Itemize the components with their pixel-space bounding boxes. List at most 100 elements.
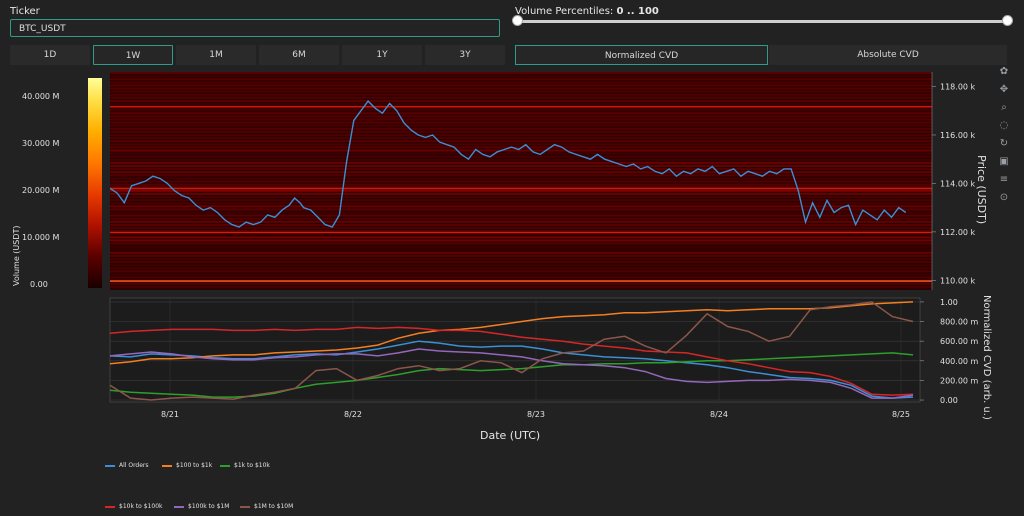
heatmap-row (110, 99, 932, 102)
heatmap-row (110, 72, 932, 74)
heatmap-row (110, 87, 932, 90)
legend-swatch (162, 464, 172, 467)
legend-item[interactable]: All Orders (105, 462, 149, 469)
heatmap-row (110, 233, 932, 236)
heatmap-row (110, 239, 932, 242)
legend-item[interactable]: $10k to $100k (105, 503, 163, 510)
heatmap-row (110, 130, 932, 133)
heatmap-row (110, 192, 932, 195)
heatmap-row (110, 227, 932, 229)
cvd-y-tick-label: 200.00 m (940, 376, 979, 385)
legend-label: All Orders (119, 462, 149, 469)
lasso-icon[interactable]: ◌ (998, 120, 1010, 132)
heatmap-row (110, 254, 932, 257)
cvd-y-tick-label: 400.00 m (940, 357, 979, 366)
heatmap-row (110, 118, 932, 121)
heatmap-row (110, 152, 932, 155)
x-tick-label: 8/23 (527, 410, 545, 419)
heatmap-row (110, 177, 932, 180)
heatmap-row (110, 196, 932, 198)
heatmap-row (110, 189, 932, 192)
price-tick-label: 114.00 k (940, 179, 976, 188)
heatmap-row (110, 134, 932, 136)
heatmap-row (110, 171, 932, 174)
price-tick-label: 118.00 k (940, 83, 976, 92)
camera-icon[interactable]: ▣ (998, 156, 1010, 168)
compare-icon[interactable]: ≡ (998, 174, 1010, 186)
heatmap-row (110, 140, 932, 143)
heatmap-row (110, 220, 932, 223)
heatmap-row (110, 124, 932, 127)
heatmap-row (110, 168, 932, 171)
heatmap-row (110, 180, 932, 183)
legend-label: $100k to $1M (188, 503, 230, 510)
price-axis-title: Price (USDT) (975, 155, 988, 225)
cvd-plot-area (109, 297, 921, 403)
price-tick-label: 112.00 k (940, 228, 976, 237)
heatmap-row (110, 285, 932, 288)
heatmap-row (110, 208, 932, 211)
legend-item[interactable]: $100k to $1M (174, 503, 229, 510)
legend-item[interactable]: $1k to $10k (220, 462, 270, 469)
cvd-y-tick-label: 1.00 (940, 298, 958, 307)
heatmap-row (110, 273, 932, 276)
cvd-axis-title: Normalized CVD (arb. u.) (981, 295, 992, 420)
heatmap-row (110, 90, 932, 93)
heatmap-row (110, 121, 932, 124)
legend-swatch (174, 505, 184, 508)
heatmap-level-line (110, 231, 932, 234)
heatmap-row (110, 161, 932, 164)
price-tick-label: 116.00 k (940, 131, 976, 140)
heatmap-level-line (110, 188, 932, 190)
heatmap-row (110, 217, 932, 220)
heatmap-row (110, 109, 932, 112)
heatmap-row (110, 258, 932, 260)
heatmap-row (110, 93, 932, 96)
x-tick-label: 8/21 (161, 410, 179, 419)
heatmap-row (110, 270, 932, 273)
heatmap-row (110, 205, 932, 208)
cvd-y-tick-label: 600.00 m (940, 337, 979, 346)
legend-label: $1M to $10M (254, 503, 294, 510)
legend-label: $1k to $10k (234, 462, 270, 469)
spike-icon[interactable]: ⊙ (998, 192, 1010, 204)
legend-label: $10k to $100k (119, 503, 163, 510)
x-tick-label: 8/22 (344, 410, 362, 419)
legend-label: $100 to $1k (176, 462, 213, 469)
heatmap-row (110, 137, 932, 140)
heatmap-row (110, 282, 932, 285)
heatmap-level-line (110, 105, 932, 108)
heatmap-row (110, 202, 932, 205)
heatmap-row (110, 183, 932, 186)
heatmap-level-line (110, 280, 932, 282)
heatmap-row (110, 81, 932, 84)
legend-item[interactable]: $1M to $10M (240, 503, 293, 510)
heatmap-row (110, 267, 932, 270)
heatmap-row (110, 236, 932, 239)
legend-swatch (105, 464, 115, 467)
heatmap-row (110, 96, 932, 99)
chart-toolbar: ✿ ✥ ⌕ ◌ ↻ ▣ ≡ ⊙ (998, 66, 1010, 204)
x-tick-label: 8/25 (892, 410, 910, 419)
zoom-icon[interactable]: ⌕ (998, 102, 1010, 114)
legend-swatch (240, 505, 250, 508)
heatmap-row (110, 261, 932, 264)
legend-item[interactable]: $100 to $1k (162, 462, 212, 469)
cvd-y-tick-label: 0.00 (940, 396, 958, 405)
plotly-logo-icon[interactable]: ✿ (998, 66, 1010, 78)
heatmap-row (110, 276, 932, 279)
heatmap-row (110, 264, 932, 267)
cvd-y-tick-label: 800.00 m (940, 318, 979, 327)
heatmap-row (110, 115, 932, 118)
heatmap-row (110, 84, 932, 87)
x-axis-title: Date (UTC) (480, 429, 541, 442)
price-tick-label: 110.00 k (940, 276, 976, 285)
pan-icon[interactable]: ✥ (998, 84, 1010, 96)
reset-icon[interactable]: ↻ (998, 138, 1010, 150)
heatmap-row (110, 149, 932, 152)
heatmap-row (110, 251, 932, 254)
heatmap-row (110, 248, 932, 251)
heatmap-row (110, 112, 932, 115)
heatmap-row (110, 245, 932, 248)
heatmap-row (110, 143, 932, 146)
